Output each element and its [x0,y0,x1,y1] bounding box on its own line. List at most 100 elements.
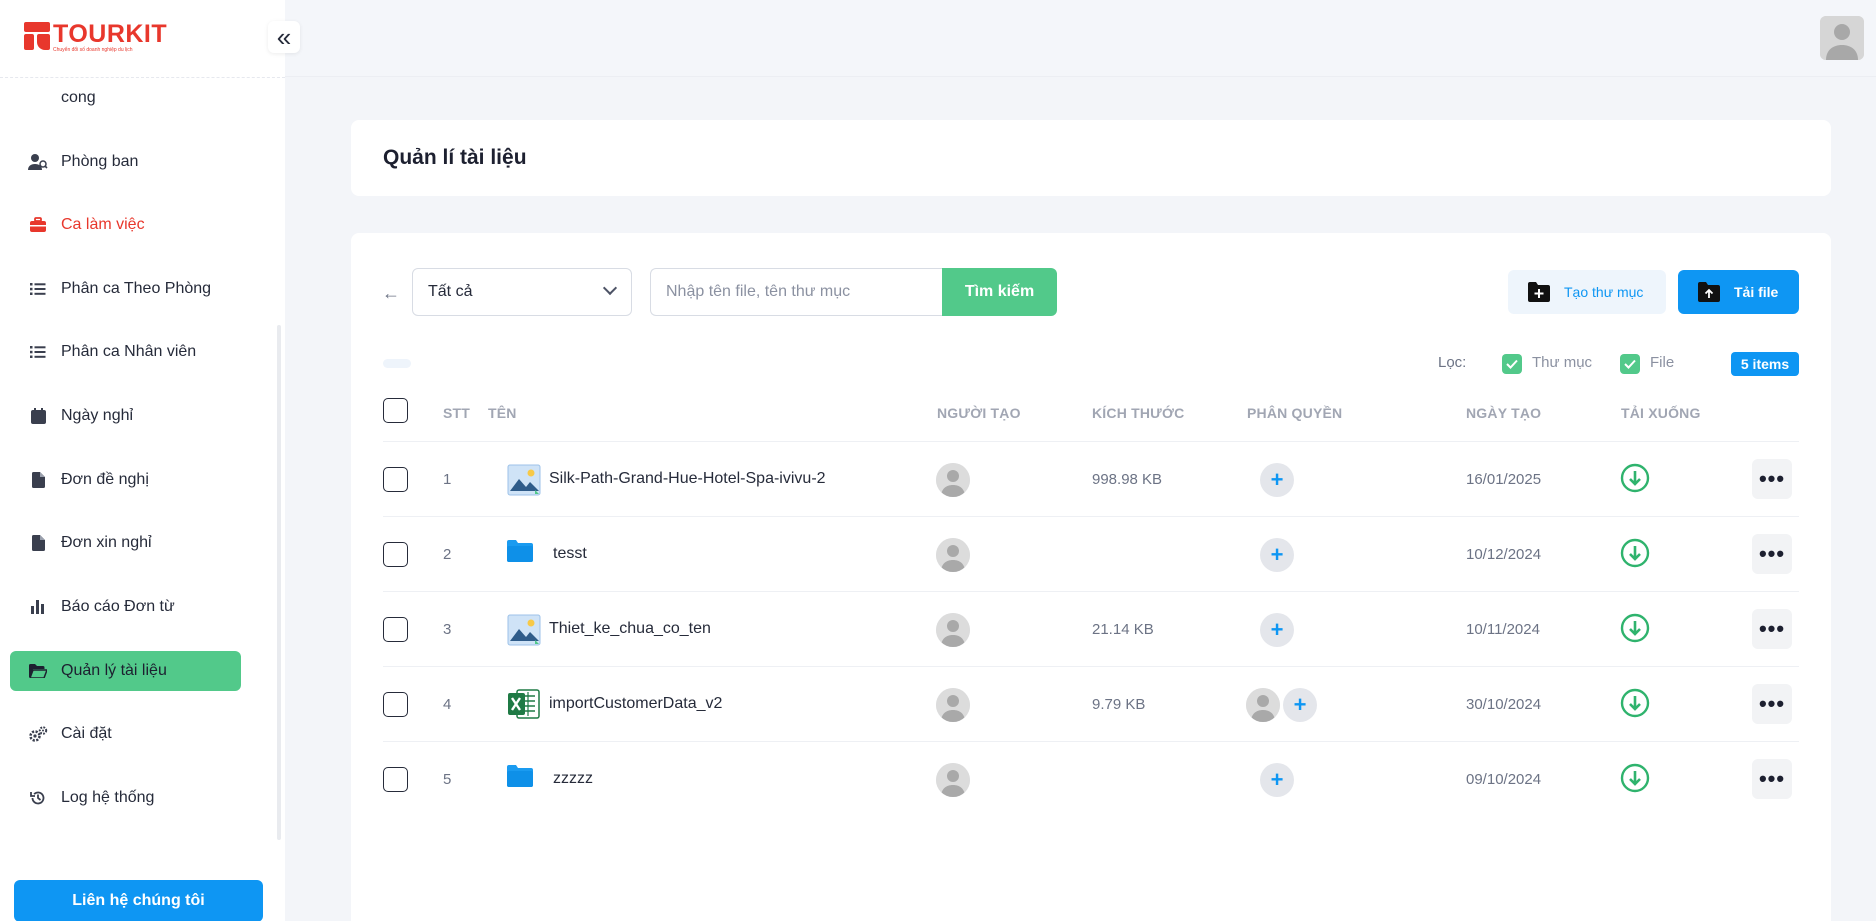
row-checkbox[interactable] [383,767,408,792]
creator-avatar [936,613,970,647]
select-all-checkbox[interactable] [383,398,408,423]
tourkit-logo[interactable]: TOURKIT Chuyển đổi số doanh nghiệp du lị… [24,22,167,53]
download-icon[interactable] [1620,538,1650,568]
column-header-stt: STT [443,405,471,421]
sidebar-item-bao-cao-don-tu[interactable]: Báo cáo Đơn từ [10,587,241,627]
sidebar-item-cong[interactable]: cong [10,78,241,118]
row-size: 21.14 KB [1092,621,1154,638]
sidebar-item-label: Phân ca Theo Phòng [61,280,212,297]
sidebar-item-label: Cài đặt [61,725,112,742]
logo-mark-icon [24,22,50,50]
download-icon[interactable] [1620,613,1650,643]
contact-us-button[interactable]: Liên hệ chúng tôi [14,880,263,921]
plus-icon: + [1270,467,1284,492]
more-actions-button[interactable]: ••• [1752,459,1792,499]
more-actions-button[interactable]: ••• [1752,759,1792,799]
plus-icon: + [1293,692,1307,717]
sidebar-item-log-he-thong[interactable]: Log hệ thống [10,778,241,818]
more-horizontal-icon: ••• [1758,691,1786,716]
items-count-badge: 5 items [1731,352,1799,376]
sidebar-item-quan-ly-tai-lieu[interactable]: Quản lý tài liệu [10,651,241,691]
user-avatar[interactable] [1820,16,1864,60]
sidebar-item-phong-ban[interactable]: Phòng ban [10,142,241,182]
add-permission-button[interactable]: + [1260,613,1294,647]
column-header-permission: PHÂN QUYỀN [1247,405,1343,421]
row-name[interactable]: Silk-Path-Grand-Hue-Hotel-Spa-ivivu-2 [549,470,826,488]
filter-folder-checkbox[interactable] [1502,354,1522,374]
topbar [285,0,1876,77]
folder-icon [507,540,541,570]
double-chevron-left-icon: « [276,22,292,52]
search-input[interactable] [650,268,942,316]
sidebar-item-ca-lam-viec[interactable]: Ca làm việc [10,205,241,245]
sidebar-item-don-xin-nghi[interactable]: Đơn xin nghỉ [10,523,241,563]
upload-file-button[interactable]: Tải file [1678,270,1799,314]
creator-avatar [936,763,970,797]
add-permission-button[interactable]: + [1260,463,1294,497]
type-select[interactable]: Tất cả [412,268,632,316]
download-icon[interactable] [1620,688,1650,718]
users-icon [28,152,48,172]
list-icon [28,279,48,299]
column-header-name[interactable]: TÊN [488,405,517,421]
type-select-value: Tất cả [428,283,473,300]
more-actions-button[interactable]: ••• [1752,534,1792,574]
more-horizontal-icon: ••• [1758,616,1786,641]
back-arrow-icon[interactable]: ← [382,283,400,304]
column-header-size[interactable]: KÍCH THƯỚC [1092,405,1184,421]
document-icon [28,470,48,490]
plus-icon: + [1270,767,1284,792]
gears-icon [28,724,48,744]
download-icon[interactable] [1620,763,1650,793]
create-folder-label: Tạo thư mục [1564,284,1644,300]
more-actions-button[interactable]: ••• [1752,684,1792,724]
row-created: 09/10/2024 [1466,771,1542,788]
sidebar-scrollbar[interactable] [277,325,281,840]
sidebar-item-label: Đơn đề nghị [61,471,149,488]
download-icon[interactable] [1620,463,1650,493]
excel-file-icon [507,689,541,719]
row-name[interactable]: tesst [553,545,587,563]
more-actions-button[interactable]: ••• [1752,609,1792,649]
chevron-down-icon [602,280,618,296]
add-permission-button[interactable]: + [1260,763,1294,797]
row-name[interactable]: importCustomerData_v2 [549,695,722,713]
row-checkbox[interactable] [383,617,408,642]
row-divider [383,591,1799,592]
column-header-created[interactable]: NGÀY TẠO [1466,405,1541,421]
shared-user-avatar [1246,688,1280,722]
sidebar-item-label: Quản lý tài liệu [61,662,167,679]
sidebar-item-phan-ca-theo-phong[interactable]: Phân ca Theo Phòng [10,269,241,309]
add-permission-button[interactable]: + [1283,688,1317,722]
row-name[interactable]: zzzzz [553,770,593,788]
sidebar-item-label: Ngày nghỉ [61,407,134,424]
row-divider [383,666,1799,667]
sidebar-item-ngay-nghi[interactable]: Ngày nghỉ [10,396,241,436]
search-button[interactable]: Tìm kiếm [942,268,1057,316]
filter-folder-label: Thư mục [1532,354,1593,371]
filter-file-checkbox[interactable] [1620,354,1640,374]
collapse-sidebar-button[interactable]: « [268,21,300,53]
row-stt: 1 [443,471,452,488]
create-folder-button[interactable]: Tạo thư mục [1508,270,1666,314]
row-checkbox[interactable] [383,542,408,567]
row-name[interactable]: Thiet_ke_chua_co_ten [549,620,711,638]
sidebar-item-don-de-nghi[interactable]: Đơn đề nghị [10,460,241,500]
sidebar-item-phan-ca-nhan-vien[interactable]: Phân ca Nhân viên [10,332,241,372]
filter-label: Lọc: [1438,354,1467,371]
more-horizontal-icon: ••• [1758,541,1786,566]
folder-icon [507,765,541,795]
row-checkbox[interactable] [383,467,408,492]
column-header-download: TẢI XUỐNG [1621,405,1701,421]
sidebar-item-label: cong [61,89,96,106]
sidebar: TOURKIT Chuyển đổi số doanh nghiệp du lị… [0,0,285,921]
filter-file-label: File [1650,354,1675,371]
row-size: 9.79 KB [1092,696,1146,713]
creator-avatar [936,688,970,722]
more-horizontal-icon: ••• [1758,766,1786,791]
calendar-icon [28,406,48,426]
add-permission-button[interactable]: + [1260,538,1294,572]
sidebar-item-cai-dat[interactable]: Cài đặt [10,714,241,754]
row-checkbox[interactable] [383,692,408,717]
sidebar-item-label: Log hệ thống [61,789,155,806]
